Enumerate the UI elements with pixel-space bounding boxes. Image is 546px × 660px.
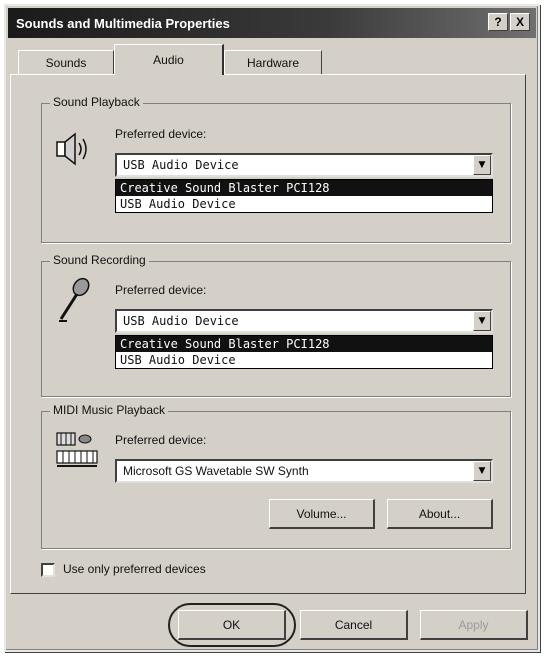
about-button[interactable]: About... (387, 499, 493, 529)
sound-recording-label: Sound Recording (50, 253, 149, 267)
title-bar[interactable]: Sounds and Multimedia Properties ? X (8, 8, 536, 38)
microphone-icon (59, 277, 90, 322)
audio-tab-panel: Sound Playback Preferred device: USB Aud… (10, 74, 526, 594)
recording-preferred-label: Preferred device: (115, 283, 207, 297)
speaker-icon (56, 132, 87, 166)
volume-button[interactable]: Volume... (269, 499, 375, 529)
apply-button-label: Apply (458, 617, 489, 632)
midi-preferred-label: Preferred device: (115, 433, 207, 447)
window-title: Sounds and Multimedia Properties (16, 15, 230, 31)
midi-keyboard-icon (56, 432, 98, 467)
playback-option[interactable]: USB Audio Device (116, 196, 492, 212)
cancel-button[interactable]: Cancel (300, 610, 408, 640)
tab-sounds[interactable]: Sounds (18, 50, 114, 74)
recording-option[interactable]: USB Audio Device (116, 352, 492, 368)
tab-audio[interactable]: Audio (114, 44, 224, 75)
chevron-down-icon[interactable]: ▼ (473, 461, 491, 481)
about-button-label: About... (418, 506, 461, 521)
sound-playback-label: Sound Playback (50, 95, 143, 109)
close-button[interactable]: X (510, 13, 530, 31)
playback-preferred-label: Preferred device: (115, 127, 207, 141)
midi-playback-label: MIDI Music Playback (50, 403, 169, 417)
midi-device-select[interactable]: Microsoft GS Wavetable SW Synth ▼ (115, 459, 493, 483)
playback-selected-value: USB Audio Device (123, 158, 239, 172)
volume-button-label: Volume... (296, 506, 347, 521)
playback-device-dropdown: Creative Sound Blaster PCI128 USB Audio … (115, 179, 493, 213)
help-button[interactable]: ? (488, 13, 508, 31)
use-preferred-checkbox[interactable] (41, 563, 55, 577)
apply-button[interactable]: Apply (420, 610, 528, 640)
tab-bar: Sounds Audio Hardware (10, 44, 530, 75)
title-buttons: ? X (488, 13, 530, 31)
recording-device-dropdown: Creative Sound Blaster PCI128 USB Audio … (115, 335, 493, 369)
cancel-button-label: Cancel (334, 617, 373, 632)
midi-selected-value: Microsoft GS Wavetable SW Synth (123, 464, 309, 478)
chevron-down-icon[interactable]: ▼ (473, 155, 491, 175)
playback-device-select[interactable]: USB Audio Device ▼ (115, 153, 493, 177)
playback-option[interactable]: Creative Sound Blaster PCI128 (116, 180, 492, 196)
recording-option[interactable]: Creative Sound Blaster PCI128 (116, 336, 492, 352)
ok-highlight-circle (168, 603, 296, 647)
recording-selected-value: USB Audio Device (123, 314, 239, 328)
chevron-down-icon[interactable]: ▼ (473, 311, 491, 331)
use-preferred-label[interactable]: Use only preferred devices (63, 562, 206, 576)
tab-hardware[interactable]: Hardware (224, 50, 322, 74)
recording-device-select[interactable]: USB Audio Device ▼ (115, 309, 493, 333)
